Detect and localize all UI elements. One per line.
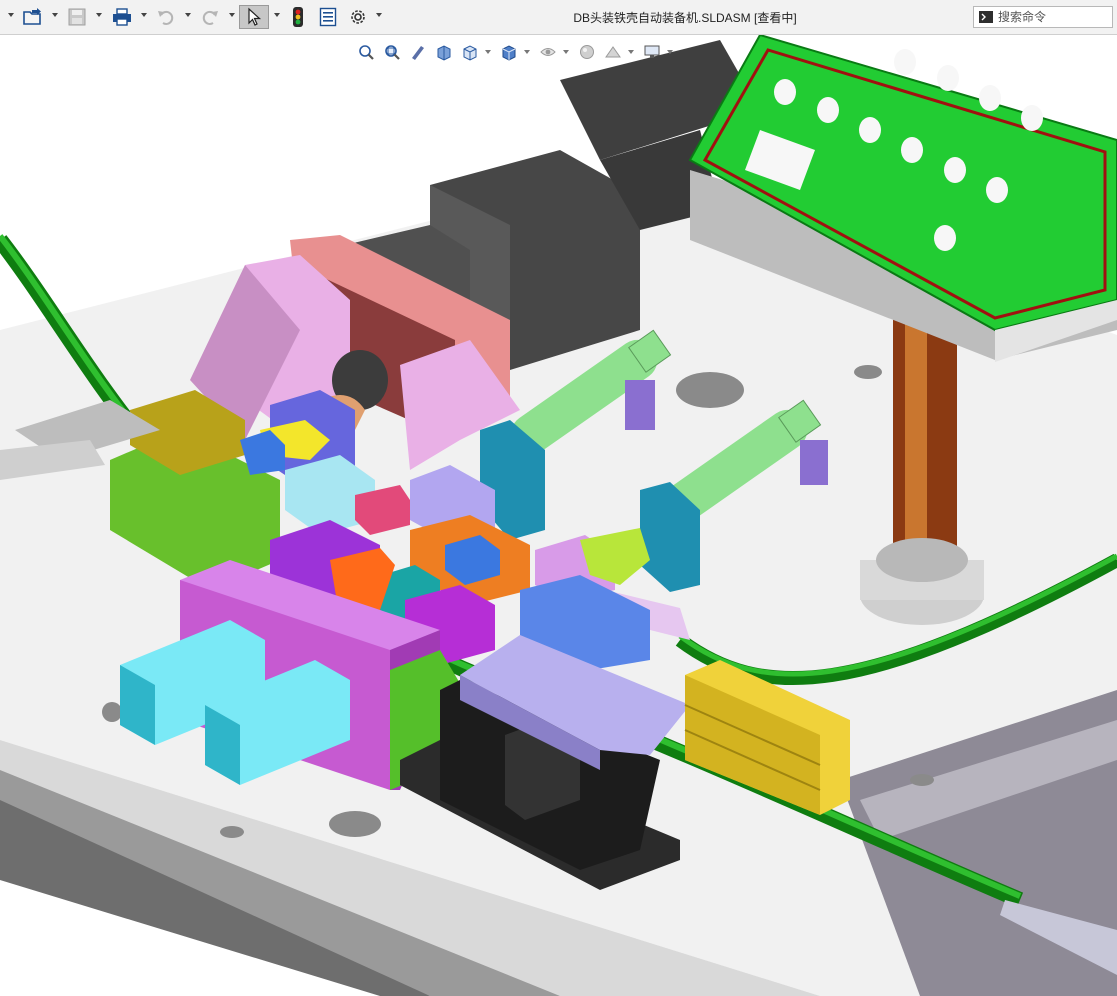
rebuild-button[interactable] [287, 5, 309, 29]
save-icon [68, 8, 86, 26]
redo-icon [202, 10, 218, 25]
display-style-icon [502, 45, 516, 61]
traffic-light-icon [293, 7, 303, 27]
print-button[interactable] [109, 5, 135, 29]
print-icon [113, 8, 131, 26]
zoom-to-fit-icon [359, 45, 374, 60]
quick-access-caret[interactable] [8, 13, 14, 17]
hide-show-button[interactable] [537, 41, 559, 63]
file-properties-button[interactable] [316, 5, 340, 29]
command-search-icon [979, 11, 993, 23]
section-view-button[interactable] [433, 41, 455, 63]
zoom-area-icon [385, 45, 400, 60]
scene-icon [605, 46, 621, 58]
open-button[interactable] [20, 5, 46, 29]
search-input[interactable] [994, 10, 1112, 24]
open-icon [23, 8, 41, 25]
hide-show-caret[interactable] [563, 50, 569, 54]
section-view-icon [437, 45, 451, 61]
view-orientation-button[interactable] [459, 41, 481, 63]
view-settings-icon [644, 45, 660, 58]
view-orientation-icon [463, 45, 477, 61]
file-properties-icon [319, 7, 337, 27]
zoom-to-fit-button[interactable] [355, 41, 377, 63]
select-button[interactable] [239, 5, 269, 29]
scene-button[interactable] [602, 41, 624, 63]
hide-show-icon [540, 48, 556, 56]
search-box[interactable] [973, 6, 1113, 28]
redo-caret[interactable] [229, 13, 235, 17]
undo-button[interactable] [153, 5, 179, 29]
save-caret[interactable] [96, 13, 102, 17]
previous-view-icon [412, 46, 424, 60]
heads-up-toolbar [355, 38, 676, 66]
options-icon [351, 10, 365, 24]
redo-button[interactable] [197, 5, 223, 29]
view-orientation-caret[interactable] [485, 50, 491, 54]
options-caret[interactable] [376, 13, 382, 17]
assembly-model[interactable] [0, 35, 1117, 996]
save-button[interactable] [64, 5, 90, 29]
edit-appearance-icon [580, 45, 594, 59]
scene-caret[interactable] [628, 50, 634, 54]
view-settings-button[interactable] [641, 41, 663, 63]
open-caret[interactable] [52, 13, 58, 17]
display-style-caret[interactable] [524, 50, 530, 54]
select-icon [248, 7, 262, 26]
select-caret[interactable] [274, 13, 280, 17]
title-toolbar: DB头装铁壳自动装备机.SLDASM [查看中] [0, 0, 1117, 35]
print-caret[interactable] [141, 13, 147, 17]
zoom-area-button[interactable] [381, 41, 403, 63]
undo-icon [158, 10, 174, 25]
previous-view-button[interactable] [407, 41, 429, 63]
undo-caret[interactable] [185, 13, 191, 17]
edit-appearance-button[interactable] [576, 41, 598, 63]
view-settings-caret[interactable] [667, 50, 673, 54]
display-style-button[interactable] [498, 41, 520, 63]
options-button[interactable] [346, 5, 370, 29]
window-title: DB头装铁壳自动装备机.SLDASM [查看中] [573, 11, 797, 25]
graphics-area[interactable] [0, 35, 1117, 996]
